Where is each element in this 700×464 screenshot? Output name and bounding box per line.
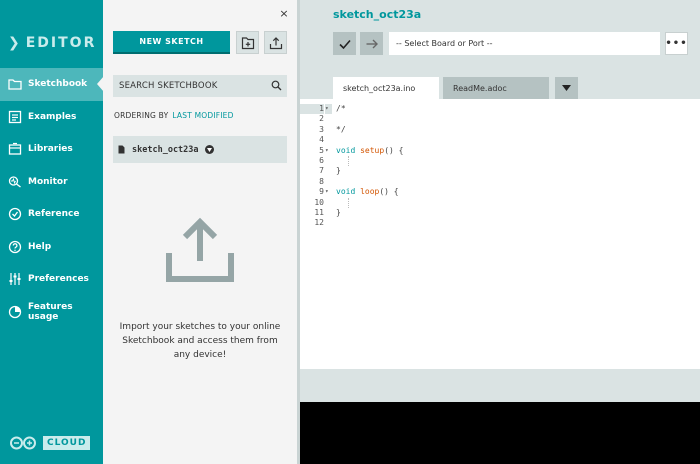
tab-readme[interactable]: ReadMe.adoc xyxy=(443,77,549,99)
nav-item-label: Sketchbook xyxy=(28,79,88,90)
ordering-label: ORDERING BY xyxy=(114,111,169,120)
code-line: 5 ▾ void setup() { xyxy=(300,146,700,156)
search-sketchbook-input[interactable]: SEARCH SKETCHBOOK xyxy=(113,75,287,97)
nav-item-label: Monitor xyxy=(28,176,68,187)
nav-item-preferences[interactable]: Preferences xyxy=(0,263,103,296)
nav-item-label: Help xyxy=(28,241,52,252)
upload-icon xyxy=(269,36,282,49)
line-number: 12 xyxy=(314,218,324,228)
line-number: 11 xyxy=(314,208,324,217)
code-line: 7} xyxy=(300,166,700,176)
code-line: 10 xyxy=(300,198,700,208)
new-folder-button[interactable] xyxy=(236,31,259,54)
code-line: 3 */ xyxy=(300,125,700,135)
line-number: 4 xyxy=(319,135,324,145)
arduino-logo-icon xyxy=(10,436,36,450)
nav-item-sketchbook[interactable]: Sketchbook xyxy=(0,68,104,101)
nav-items: Sketchbook Examples Libraries Monitor Re… xyxy=(0,68,104,329)
code-line: 4 xyxy=(300,135,700,145)
line-number: 2 xyxy=(319,114,324,124)
line-number: 1 xyxy=(300,104,324,115)
cloud-logo[interactable]: CLOUD xyxy=(9,436,91,450)
left-nav: ❯ EDITOR Sketchbook Examples Libraries M… xyxy=(0,0,104,464)
code-line: 1 ▾ /* xyxy=(300,104,700,115)
monitor-icon xyxy=(8,176,21,188)
code-text: */ xyxy=(336,124,346,134)
fold-icon[interactable]: ▾ xyxy=(325,104,332,115)
search-icon xyxy=(271,80,282,91)
code-text: void setup() { xyxy=(336,145,404,155)
nav-item-label: Libraries xyxy=(28,144,73,155)
tab-menu-button[interactable] xyxy=(555,77,578,99)
sketch-title: sketch_oct23a xyxy=(333,8,422,21)
close-icon[interactable]: × xyxy=(278,7,290,21)
code-text: } xyxy=(336,208,341,217)
code-text: } xyxy=(336,166,341,176)
code-line: 2 xyxy=(300,114,700,124)
fold-icon[interactable]: ▾ xyxy=(325,146,332,156)
output-console[interactable] xyxy=(300,402,700,464)
editor-title: ❯ EDITOR xyxy=(8,35,96,51)
nav-item-label: Reference xyxy=(28,209,80,220)
fold-icon[interactable]: ▾ xyxy=(325,187,332,197)
nav-item-label: Features usage xyxy=(28,301,73,322)
line-number: 3 xyxy=(319,124,324,134)
preferences-icon xyxy=(9,273,21,286)
ordering-value-link[interactable]: LAST MODIFIED xyxy=(172,111,233,120)
arrow-right-icon xyxy=(366,39,378,48)
import-button[interactable] xyxy=(264,31,287,54)
verify-button[interactable] xyxy=(333,32,356,55)
indent-guide xyxy=(348,156,349,166)
tab-sketch-ino[interactable]: sketch_oct23a.ino xyxy=(333,77,439,99)
code-line: 6 xyxy=(300,156,700,166)
ordering: ORDERING BY LAST MODIFIED xyxy=(114,111,234,120)
sketch-list-item[interactable]: sketch_oct23a xyxy=(113,136,287,163)
line-number: 7 xyxy=(319,166,324,176)
code-line: 11} xyxy=(300,208,700,218)
code-editor[interactable]: 1 ▾/* 2 3 */ 4 5 ▾ void setup() { 6 7} 8 9 ▾ v… xyxy=(300,99,700,369)
features-icon xyxy=(8,305,22,318)
file-icon xyxy=(118,145,125,154)
help-icon xyxy=(8,240,22,253)
code-text: void loop() { xyxy=(336,187,399,197)
library-icon xyxy=(8,143,22,155)
new-folder-icon xyxy=(241,36,254,49)
code-line: 12 xyxy=(300,218,700,228)
folder-icon xyxy=(8,79,22,90)
nav-item-libraries[interactable]: Libraries xyxy=(0,133,103,166)
chevron-down-icon[interactable] xyxy=(204,145,214,154)
new-sketch-button[interactable]: NEW SKETCH xyxy=(113,31,230,54)
nav-item-label: Preferences xyxy=(28,274,89,285)
code-line: 8 xyxy=(300,177,700,187)
line-number: 5 xyxy=(319,145,324,155)
nav-item-features-usage[interactable]: Features usage xyxy=(0,296,103,329)
nav-item-reference[interactable]: Reference xyxy=(0,198,103,231)
import-message: Import your sketches to your online Sket… xyxy=(119,322,281,360)
line-number: 10 xyxy=(314,197,324,207)
chevron-down-icon xyxy=(562,85,571,91)
line-number: 6 xyxy=(319,156,324,165)
sketchbook-panel: × NEW SKETCH SEARCH SKETCHBOOK ORDERING … xyxy=(103,0,297,464)
board-port-select[interactable]: -- Select Board or Port -- xyxy=(389,32,660,55)
upload-button[interactable] xyxy=(360,32,383,55)
code-line: 9 ▾ void loop() { xyxy=(300,187,700,197)
big-upload-icon xyxy=(166,217,234,282)
line-number: 8 xyxy=(319,176,324,186)
editor-title-text: EDITOR xyxy=(25,35,97,51)
cloud-badge: CLOUD xyxy=(43,436,91,450)
chevron-right-icon: ❯ xyxy=(8,35,22,51)
more-options-button[interactable]: ••• xyxy=(665,32,688,55)
nav-item-examples[interactable]: Examples xyxy=(0,101,103,134)
code-text: /* xyxy=(336,104,346,113)
nav-item-monitor[interactable]: Monitor xyxy=(0,166,103,199)
nav-item-help[interactable]: Help xyxy=(0,231,103,264)
sketch-name: sketch_oct23a xyxy=(132,144,199,155)
nav-item-label: Examples xyxy=(28,111,77,122)
checkmark-icon xyxy=(338,39,351,49)
search-placeholder: SEARCH SKETCHBOOK xyxy=(119,81,218,91)
indent-guide xyxy=(348,197,349,208)
examples-icon xyxy=(8,110,22,123)
reference-icon xyxy=(8,208,22,221)
line-number: 9 xyxy=(319,187,324,197)
